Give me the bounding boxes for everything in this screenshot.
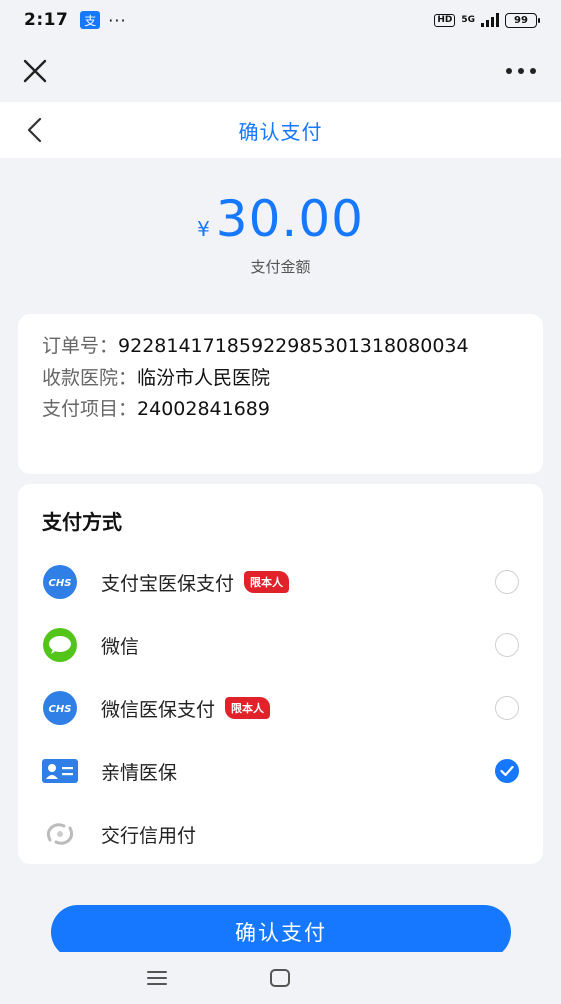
- amount-label: 支付金额: [250, 258, 311, 276]
- chevron-left-icon: [27, 117, 42, 143]
- status-bar: 2:17 支 ··· HD 5G 99: [0, 0, 561, 40]
- payment-item-label: 支付项目：: [42, 398, 138, 421]
- order-number-value: 92281417185922985301318080034: [118, 335, 469, 357]
- app-bar: [0, 40, 561, 102]
- checkmark-icon: [500, 765, 514, 777]
- network-type-icon: 5G: [461, 14, 475, 25]
- chs-label: CHS: [49, 578, 72, 589]
- page-header: 确认支付: [0, 102, 561, 158]
- self-only-badge: 限本人: [244, 571, 290, 593]
- more-notifications-indicator: ···: [108, 10, 127, 30]
- hospital-value: 临汾市人民医院: [137, 366, 271, 389]
- method-bocom-credit[interactable]: 交行信用付: [18, 803, 543, 865]
- chs-label: CHS: [49, 704, 72, 715]
- family-card-icon: [42, 753, 78, 789]
- more-icon: [506, 68, 536, 74]
- menu-icon: [147, 971, 167, 985]
- method-label: 亲情医保: [101, 761, 178, 784]
- page-title: 确认支付: [238, 119, 323, 144]
- chs-icon: CHS: [42, 690, 78, 726]
- radio-unchecked[interactable]: [495, 633, 519, 657]
- amount-line: ¥ 30.00: [0, 190, 561, 248]
- bocom-icon: [42, 816, 78, 852]
- payment-amount: 30.00: [215, 190, 364, 248]
- wechat-icon: [42, 627, 78, 663]
- method-wechat[interactable]: 微信: [18, 614, 543, 676]
- signal-strength-icon: [481, 13, 499, 27]
- battery-icon: 99: [505, 12, 540, 28]
- method-label: 微信: [101, 635, 140, 658]
- order-number-row: 订单号： 92281417185922985301318080034: [42, 334, 519, 360]
- home-button[interactable]: [267, 966, 293, 990]
- back-button[interactable]: [18, 114, 50, 146]
- method-wechat-medical[interactable]: CHS 微信医保支付 限本人: [18, 677, 543, 739]
- system-nav-bar: [0, 952, 561, 1004]
- method-alipay-medical[interactable]: CHS 支付宝医保支付 限本人: [18, 551, 543, 613]
- confirm-payment-button[interactable]: 确认支付: [51, 905, 511, 959]
- close-icon: [23, 59, 47, 83]
- method-label: 支付宝医保支付: [101, 572, 235, 595]
- method-label: 交行信用付: [101, 824, 197, 847]
- close-button[interactable]: [20, 56, 50, 86]
- home-icon: [270, 969, 290, 987]
- status-time: 2:17: [24, 10, 69, 30]
- self-only-badge: 限本人: [225, 697, 271, 719]
- radio-unchecked[interactable]: [495, 696, 519, 720]
- order-number-label: 订单号：: [42, 335, 119, 357]
- status-right: HD 5G 99: [434, 12, 540, 28]
- payment-item-value: 24002841689: [137, 398, 270, 421]
- payment-method-title: 支付方式: [42, 510, 122, 534]
- payment-method-card: 支付方式 CHS 支付宝医保支付 限本人 微信 CHS 微信医保支付 限本人 亲…: [18, 484, 543, 864]
- recents-button[interactable]: [144, 966, 170, 990]
- chs-icon: CHS: [42, 564, 78, 600]
- radio-checked[interactable]: [495, 759, 519, 783]
- currency-symbol: ¥: [197, 217, 210, 241]
- order-info-card: 订单号： 92281417185922985301318080034 收款医院：…: [18, 314, 543, 474]
- method-label: 微信医保支付: [101, 698, 216, 721]
- more-options-button[interactable]: [501, 56, 541, 86]
- payment-item-row: 支付项目： 24002841689: [42, 397, 519, 423]
- amount-block: ¥ 30.00 支付金额: [0, 190, 561, 277]
- radio-unchecked[interactable]: [495, 570, 519, 594]
- alipay-notification-icon: 支: [80, 11, 101, 29]
- hospital-row: 收款医院： 临汾市人民医院: [42, 366, 519, 392]
- hospital-label: 收款医院：: [42, 366, 138, 389]
- method-family-medical[interactable]: 亲情医保: [18, 740, 543, 802]
- hd-voice-icon: HD: [434, 13, 456, 27]
